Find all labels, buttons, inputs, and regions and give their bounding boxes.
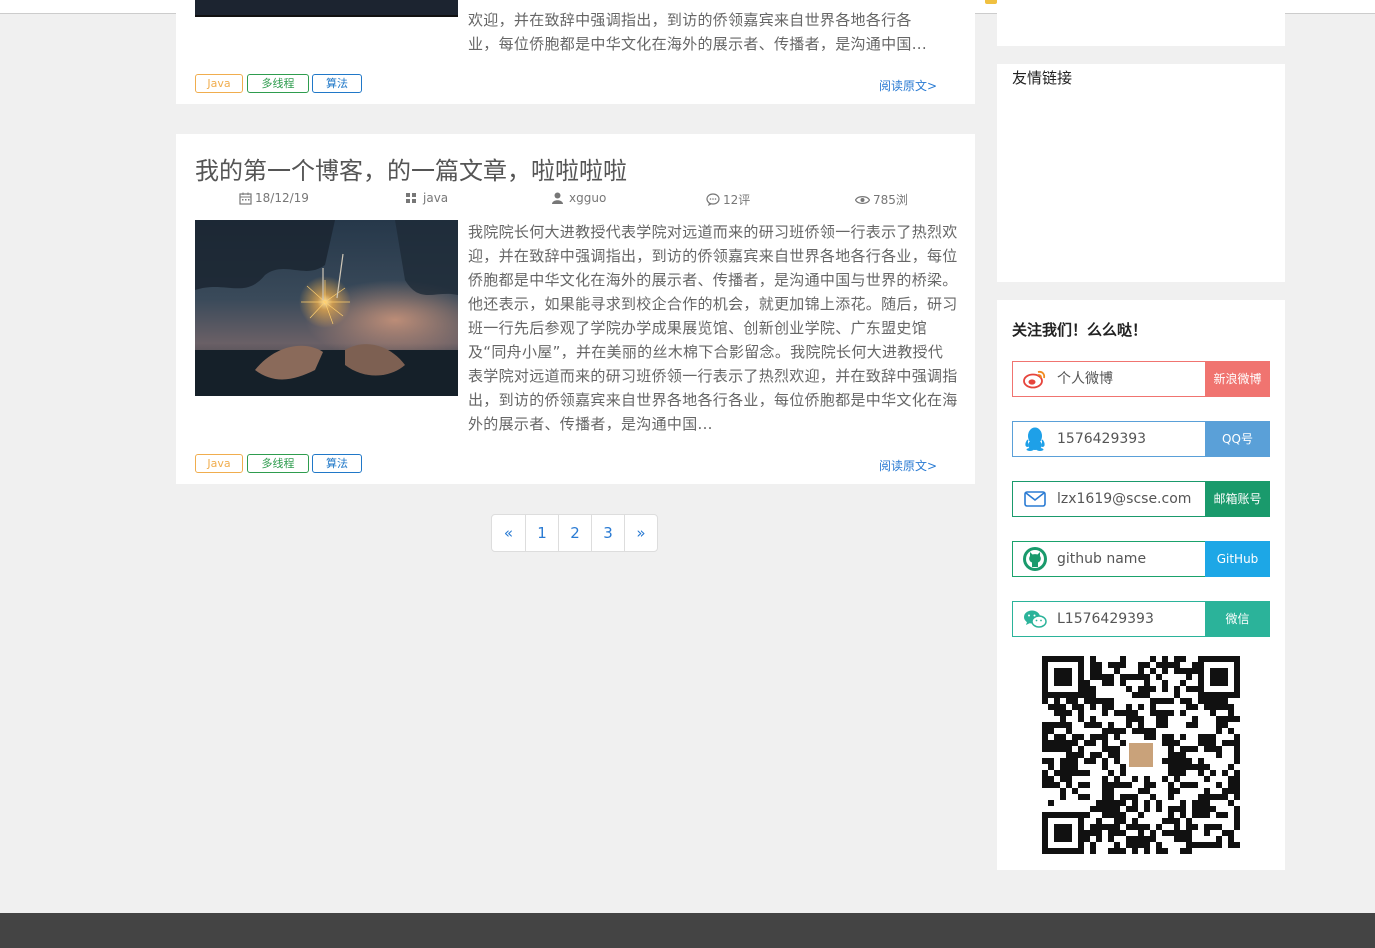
post-excerpt: 我院院长何大进教授代表学院对远道而来的研习班侨领一行表示了热烈欢迎，并在致辞中强… (468, 223, 958, 433)
weibo-icon (1013, 362, 1057, 396)
post-comments[interactable]: 12评 (706, 191, 750, 208)
tag-algorithm[interactable]: 算法 (312, 454, 362, 473)
bookmark-folder-icon[interactable] (985, 0, 997, 4)
user-icon (552, 192, 563, 204)
qq-icon (1013, 422, 1057, 456)
weibo-value: 个人微博 (1057, 371, 1113, 387)
pagination: « 1 2 3 » (491, 514, 658, 552)
post-card: 我的第一个博客，的一篇文章，啦啦啦啦 18/12/19 java xgguo 1… (176, 134, 975, 484)
weibo-button[interactable]: 新浪微博 (1205, 361, 1270, 397)
github-button[interactable]: GitHub (1205, 541, 1270, 577)
post-thumbnail[interactable] (195, 220, 458, 396)
tag-multithread[interactable]: 多线程 (247, 454, 309, 473)
follow-us-card: 关注我们！么么哒！ 个人微博 新浪微博 1576429393 QQ号 lzx16… (997, 300, 1285, 870)
pagination-page-1[interactable]: 1 (525, 515, 558, 551)
eye-icon (855, 195, 870, 204)
qq-value: 1576429393 (1057, 431, 1147, 447)
pagination-page-2[interactable]: 2 (558, 515, 591, 551)
wechat-icon (1013, 602, 1057, 636)
post-title[interactable]: 我的第一个博客，的一篇文章，啦啦啦啦 (195, 151, 627, 186)
friend-links-card: 友情链接 (997, 64, 1285, 282)
follow-weibo[interactable]: 个人微博 新浪微博 (1012, 361, 1270, 397)
email-value: lzx1619@scse.com (1057, 491, 1192, 507)
mail-icon (1013, 482, 1057, 516)
post-thumbnail[interactable] (195, 0, 458, 17)
read-more-link[interactable]: 阅读原文> (879, 77, 937, 94)
friend-links-title: 友情链接 (1012, 69, 1073, 87)
pagination-page-3[interactable]: 3 (591, 515, 624, 551)
page-footer (0, 913, 1375, 948)
calendar-icon (239, 192, 252, 205)
wechat-qr-code (1042, 656, 1240, 854)
comment-icon (706, 193, 720, 206)
read-more-link[interactable]: 阅读原文> (879, 457, 937, 474)
sparkler-photo (195, 220, 458, 396)
post-excerpt: 欢迎，并在致辞中强调指出，到访的侨领嘉宾来自世界各地各行各 业，每位侨胞都是中华… (468, 11, 927, 53)
follow-qq[interactable]: 1576429393 QQ号 (1012, 421, 1270, 457)
tag-multithread[interactable]: 多线程 (247, 74, 309, 93)
tag-java[interactable]: Java (195, 454, 243, 473)
pagination-next[interactable]: » (624, 515, 657, 551)
sidebar-card-top (997, 0, 1285, 46)
tag-algorithm[interactable]: 算法 (312, 74, 362, 93)
qq-button[interactable]: QQ号 (1205, 421, 1270, 457)
post-card-previous: 欢迎，并在致辞中强调指出，到访的侨领嘉宾来自世界各地各行各 业，每位侨胞都是中华… (176, 0, 975, 104)
follow-wechat[interactable]: L1576429393 微信 (1012, 601, 1270, 637)
follow-email[interactable]: lzx1619@scse.com 邮箱账号 (1012, 481, 1270, 517)
post-views: 785浏 (855, 191, 908, 208)
email-button[interactable]: 邮箱账号 (1205, 481, 1270, 517)
follow-github[interactable]: github name GitHub (1012, 541, 1270, 577)
follow-us-title: 关注我们！么么哒！ (1012, 321, 1148, 339)
wechat-button[interactable]: 微信 (1205, 601, 1270, 637)
github-value: github name (1057, 551, 1147, 567)
github-icon (1013, 542, 1057, 576)
post-author[interactable]: xgguo (552, 191, 606, 205)
post-category[interactable]: java (406, 191, 448, 205)
tag-java[interactable]: Java (195, 74, 243, 93)
category-icon (406, 192, 416, 203)
post-date: 18/12/19 (239, 191, 309, 205)
pagination-prev[interactable]: « (492, 515, 525, 551)
wechat-value: L1576429393 (1057, 611, 1154, 627)
